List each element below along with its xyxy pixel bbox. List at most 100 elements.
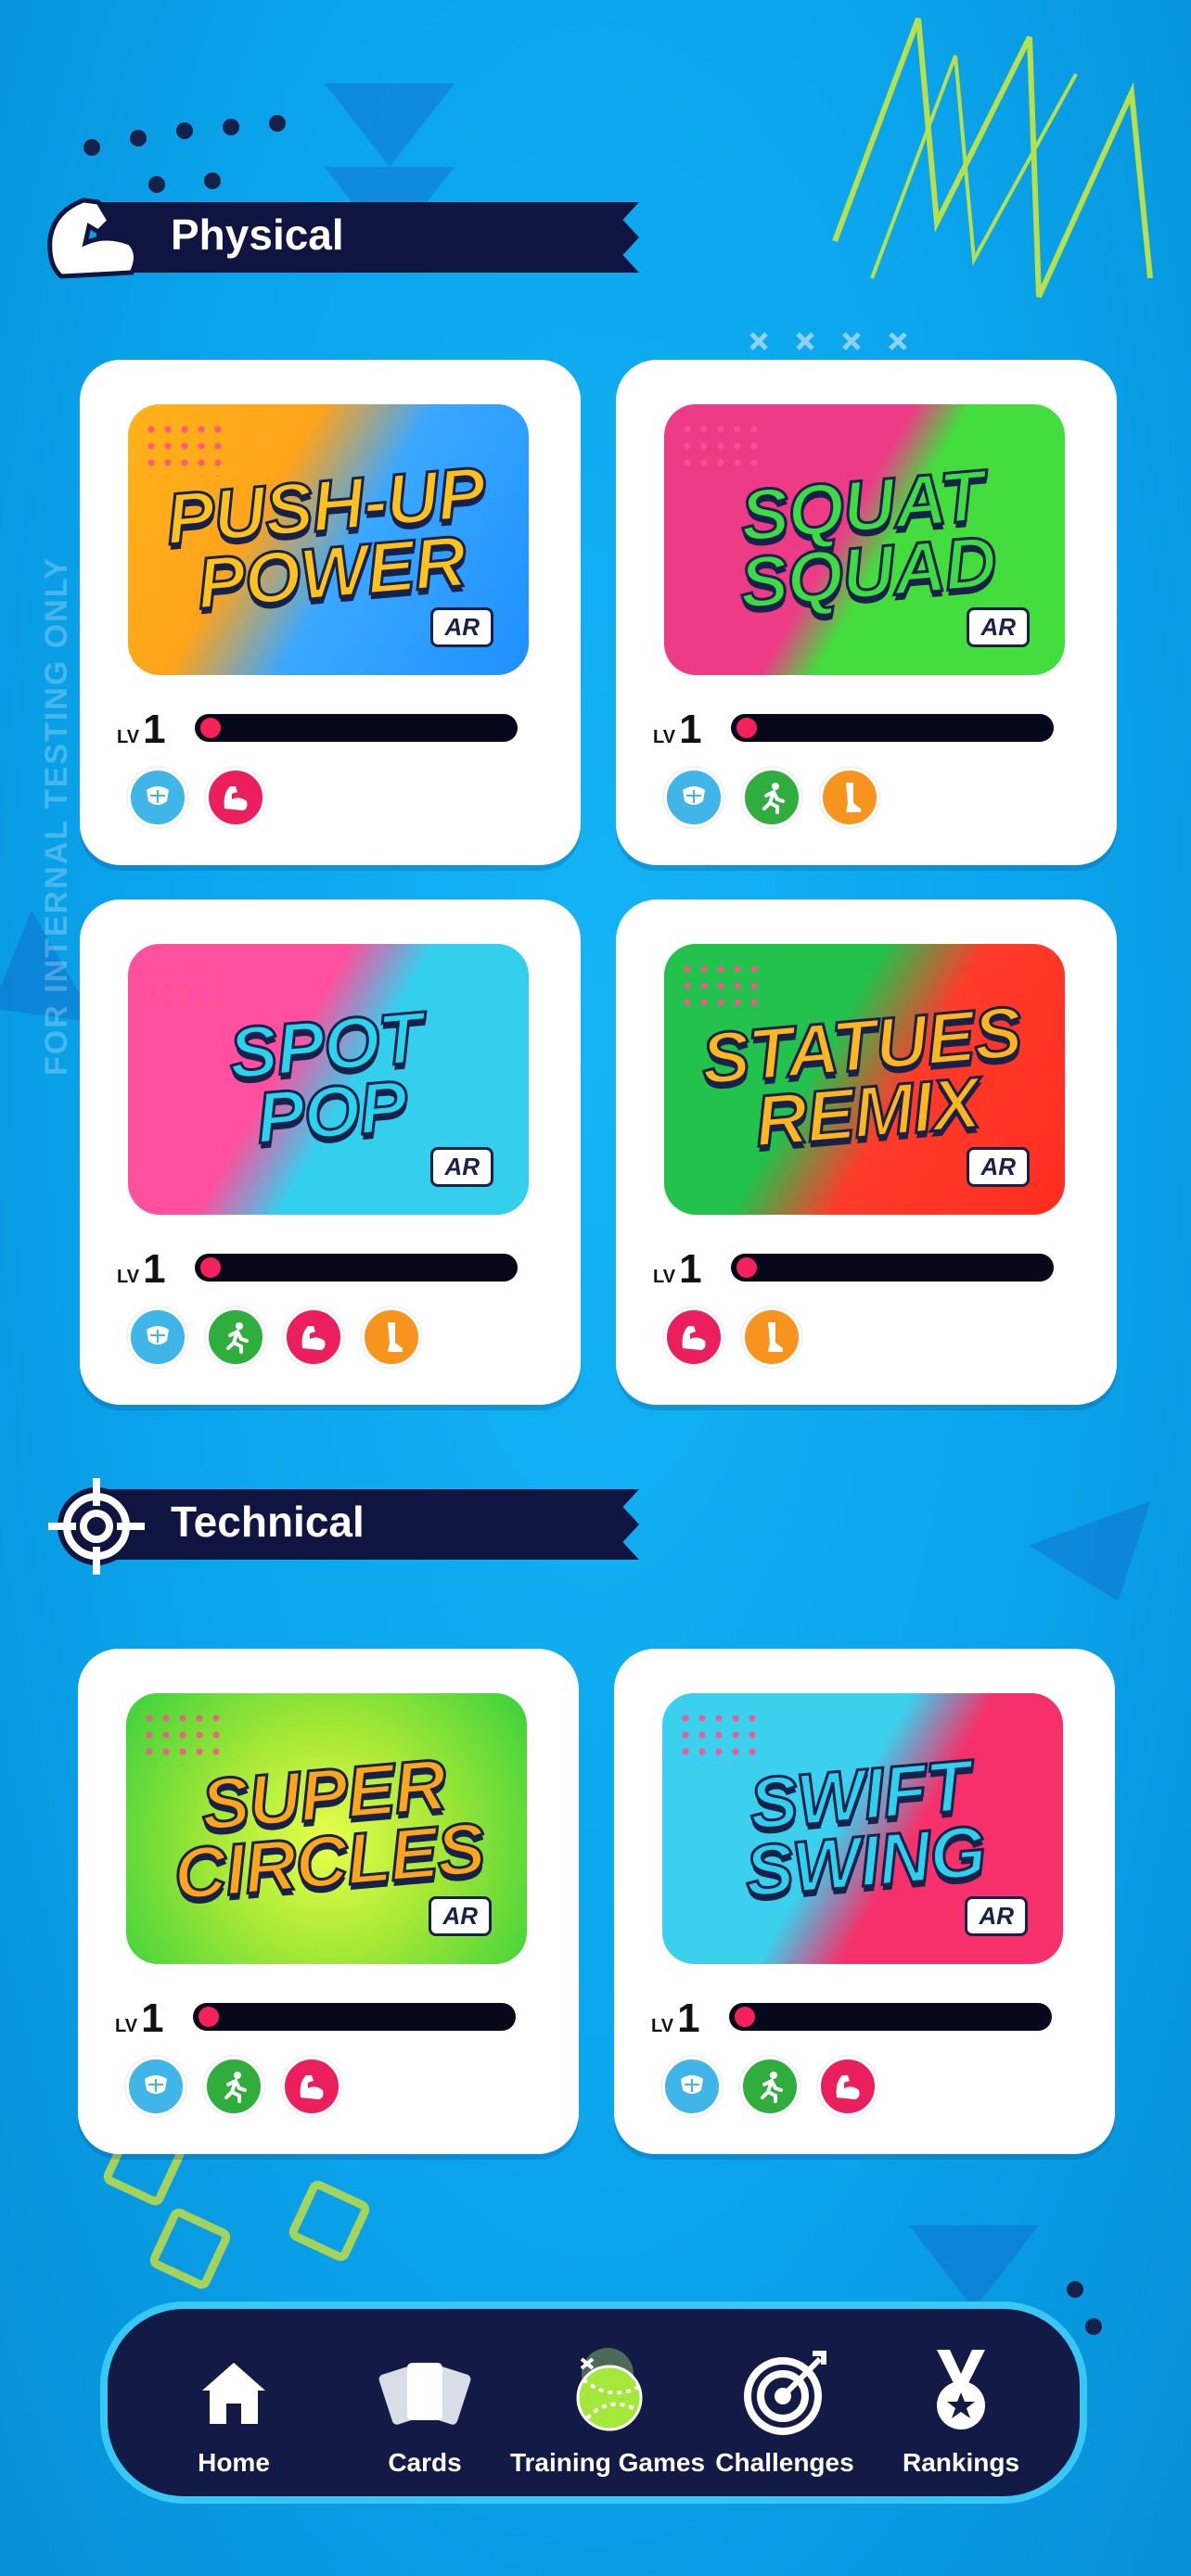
ar-badge: AR (430, 607, 493, 647)
ar-badge: AR (967, 1147, 1030, 1187)
ball-icon (561, 2346, 654, 2439)
bg-crosses (749, 332, 907, 351)
nav-challenges[interactable]: Challenges (692, 2346, 877, 2478)
skill-icons (128, 768, 265, 827)
level-number: 1 (677, 1996, 700, 2041)
bg-dot (130, 130, 147, 147)
nav-label: Challenges (715, 2448, 854, 2477)
level-progress-fill (735, 2007, 755, 2027)
medal-icon (915, 2346, 1007, 2439)
level-prefix: LV (653, 1267, 676, 1287)
bg-dot (269, 115, 286, 132)
leg-icon (820, 768, 879, 827)
body-icon (664, 768, 724, 827)
bg-dot (176, 122, 193, 139)
body-icon (128, 1307, 187, 1367)
level-label: LV1 (115, 1996, 164, 2042)
decor-dots (143, 421, 226, 477)
game-title: STATUES REMIX (697, 989, 1026, 1164)
game-card-squat-squad[interactable]: SQUAT SQUAD AR LV1 (616, 360, 1117, 865)
level-progress-bar (195, 714, 518, 742)
bg-chevron (1028, 1500, 1180, 1625)
home-icon (187, 2346, 280, 2439)
nav-label: Rankings (902, 2448, 1020, 2477)
level-progress-bar (193, 2003, 516, 2031)
skill-icons (664, 768, 879, 827)
level-prefix: LV (117, 1267, 140, 1287)
game-thumbnail: SWIFT SWING AR (662, 1693, 1063, 1964)
nav-label: Home (198, 2448, 270, 2477)
game-card-spot-pop[interactable]: SPOT POP AR LV1 (80, 899, 581, 1405)
game-card-swift-swing[interactable]: SWIFT SWING AR LV1 (614, 1649, 1115, 2154)
bg-square (286, 2177, 373, 2264)
level-label: LV1 (117, 1246, 166, 1293)
watermark: FOR INTERNAL TESTING ONLY (39, 555, 74, 1076)
nav-home[interactable]: Home (141, 2346, 327, 2478)
decor-dots (679, 421, 762, 477)
nav-training-games[interactable]: Training Games (496, 2346, 719, 2478)
level-label: LV1 (653, 707, 702, 753)
crosshair-icon (41, 1471, 152, 1582)
game-card-push-up-power[interactable]: PUSH-UP POWER AR LV1 (80, 360, 581, 865)
running-icon (206, 1307, 265, 1367)
game-card-statues-remix[interactable]: STATUES REMIX AR LV1 (616, 899, 1117, 1405)
level-label: LV1 (651, 1996, 700, 2042)
section-title: Physical (171, 210, 344, 259)
bg-dot (1085, 2318, 1102, 2335)
level-progress-fill (198, 2007, 219, 2027)
arm-icon (206, 768, 265, 827)
cards-icon (378, 2346, 471, 2439)
nav-rankings[interactable]: Rankings (868, 2346, 1054, 2478)
game-thumbnail: SQUAT SQUAD AR (664, 404, 1065, 675)
nav-label: Cards (388, 2448, 462, 2477)
target-icon (738, 2346, 831, 2439)
level-prefix: LV (653, 727, 676, 747)
decor-dots (679, 961, 762, 1016)
bottom-nav: Home Cards Training Games Challenges Ran… (100, 2302, 1087, 2504)
game-thumbnail: SUPER CIRCLES AR (126, 1693, 527, 1964)
level-label: LV1 (653, 1246, 702, 1293)
bg-square (147, 2205, 234, 2292)
arm-icon (282, 2057, 341, 2116)
section-title: Technical (171, 1498, 365, 1546)
level-number: 1 (679, 1246, 702, 1292)
level-number: 1 (143, 1246, 166, 1292)
decor-dots (677, 1710, 761, 1766)
body-icon (128, 768, 187, 827)
game-title: SPOT POP (224, 995, 427, 1160)
ar-badge: AR (429, 1896, 492, 1936)
level-prefix: LV (651, 2016, 674, 2036)
ar-badge: AR (965, 1896, 1028, 1936)
bg-chevron (909, 2225, 1039, 2309)
flexed-arm-icon (41, 184, 152, 295)
bg-dot (223, 119, 239, 135)
arm-icon (818, 2057, 877, 2116)
level-label: LV1 (117, 707, 166, 753)
level-progress-bar (195, 1254, 518, 1282)
level-number: 1 (141, 1996, 164, 2041)
game-title: PUSH-UP POWER (161, 450, 493, 626)
decor-dots (143, 961, 226, 1016)
level-prefix: LV (115, 2016, 138, 2036)
level-progress-fill (736, 1257, 757, 1278)
game-thumbnail: PUSH-UP POWER AR (128, 404, 529, 675)
bg-chevron (325, 83, 455, 167)
game-title: SQUAT SQUAD (735, 453, 1000, 626)
level-progress-fill (736, 718, 757, 738)
nav-cards[interactable]: Cards (332, 2346, 518, 2478)
skill-icons (126, 2057, 341, 2116)
game-card-super-circles[interactable]: SUPER CIRCLES AR LV1 (78, 1649, 579, 2154)
section-header-technical: Technical (41, 1471, 639, 1575)
bg-dot (1067, 2281, 1083, 2298)
game-thumbnail: STATUES REMIX AR (664, 944, 1065, 1215)
section-header-physical: Physical (41, 184, 639, 279)
running-icon (204, 2057, 263, 2116)
ar-badge: AR (430, 1147, 493, 1187)
skill-icons (664, 1307, 801, 1367)
skill-icons (662, 2057, 877, 2116)
arm-icon (284, 1307, 343, 1367)
game-title: SUPER CIRCLES (170, 1742, 490, 1917)
level-progress-bar (731, 1254, 1054, 1282)
level-progress-fill (200, 1257, 221, 1278)
level-progress-bar (729, 2003, 1052, 2031)
